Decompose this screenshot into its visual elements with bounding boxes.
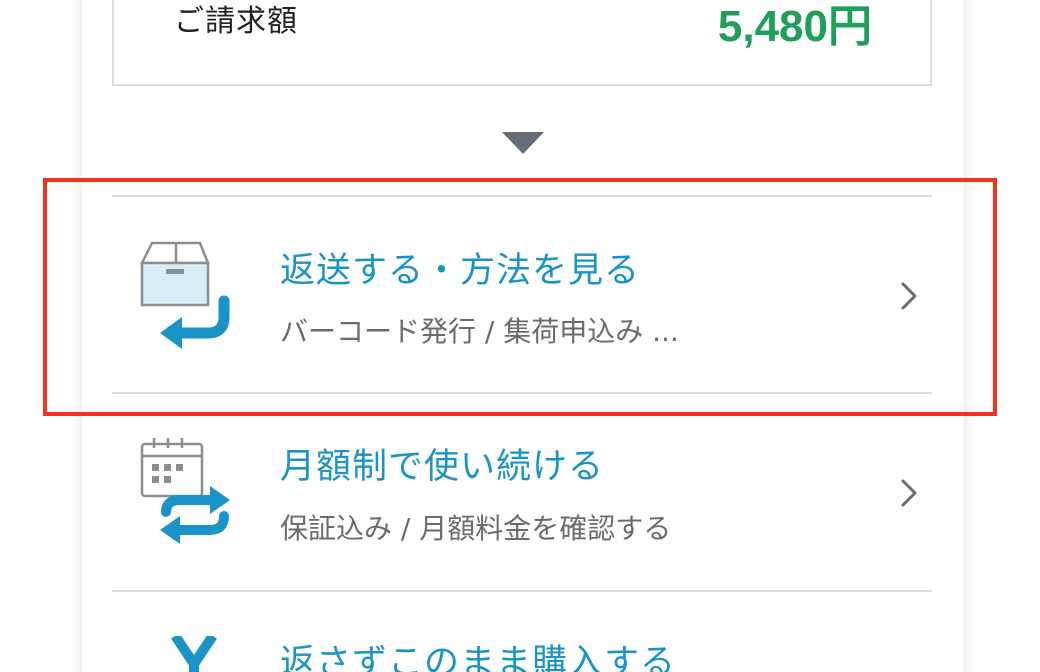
menu-item-title: 返送する・方法を見る bbox=[280, 251, 641, 291]
menu-item-subtitle: バーコード発行 / 集荷申込み ... bbox=[280, 315, 679, 348]
menu-item-title: 月額制で使い続ける bbox=[280, 447, 605, 487]
billing-label: ご請求額 bbox=[174, 4, 298, 39]
page: ご請求額 5,480円 返送する・方法を見る バーコード発行 / 集荷申込み .… bbox=[0, 0, 1040, 672]
triangle-down-icon bbox=[502, 132, 544, 154]
menu-item-purchase[interactable]: 返さずこのまま購入する bbox=[112, 592, 932, 672]
yen-icon bbox=[171, 636, 217, 672]
chevron-right-icon bbox=[901, 282, 917, 310]
menu-item-subscription[interactable]: 月額制で使い続ける 保証込み / 月額料金を確認する bbox=[112, 394, 932, 590]
menu-item-title: 返さずこのまま購入する bbox=[280, 643, 677, 672]
chevron-right-icon bbox=[901, 479, 917, 507]
box-return-icon bbox=[139, 241, 230, 349]
billing-amount: 5,480円 bbox=[717, 2, 872, 51]
menu-item-return[interactable]: 返送する・方法を見る バーコード発行 / 集荷申込み ... bbox=[112, 197, 932, 393]
billing-summary: ご請求額 5,480円 bbox=[112, 0, 932, 86]
menu-item-subtitle: 保証込み / 月額料金を確認する bbox=[280, 512, 672, 545]
calendar-repeat-icon bbox=[140, 438, 230, 544]
